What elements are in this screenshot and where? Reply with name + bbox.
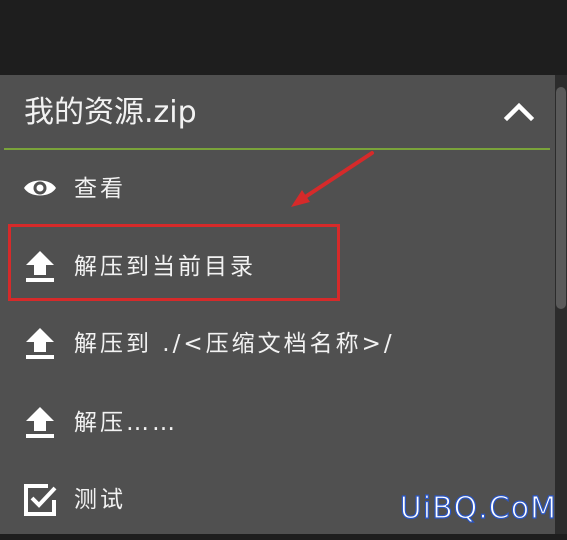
menu-item-extract-custom-label: 解压…… — [74, 410, 178, 436]
eye-icon — [24, 180, 56, 196]
chevron-up-icon[interactable] — [502, 95, 536, 129]
upload-icon — [26, 328, 54, 359]
checkbox-icon — [24, 484, 57, 516]
scrollbar-thumb[interactable] — [556, 87, 566, 309]
menu-item-view-label: 查看 — [74, 176, 126, 202]
menu-item-test-label: 测试 — [74, 487, 126, 513]
pointer-arrow-icon — [291, 151, 374, 207]
watermark-logo: UiBQ.CoM — [399, 490, 557, 526]
status-area — [0, 0, 567, 75]
highlight-box — [8, 224, 340, 301]
upload-icon — [26, 407, 54, 438]
scrollbar[interactable] — [555, 75, 567, 534]
archive-title: 我的资源.zip — [24, 95, 197, 130]
menu-item-extract-to-folder-label: 解压到 ./<压缩文档名称>/ — [74, 331, 395, 357]
